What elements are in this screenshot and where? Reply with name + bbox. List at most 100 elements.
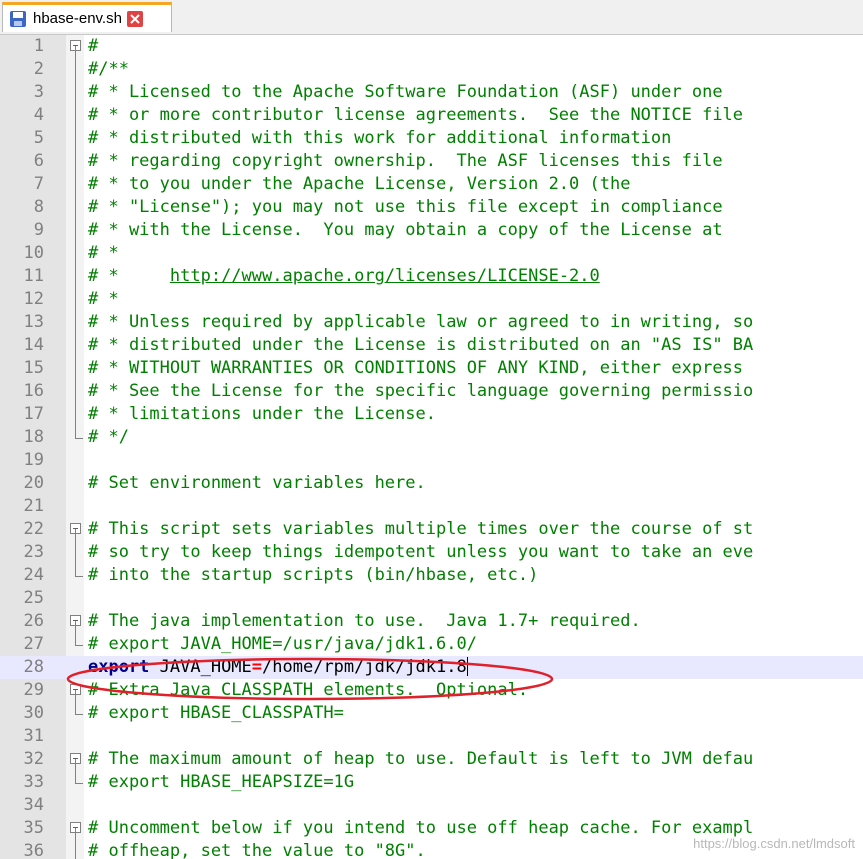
fold-guide — [75, 196, 76, 219]
code-text: # offheap, set the value to "8G". — [88, 840, 426, 859]
code-line[interactable]: 27 # export JAVA_HOME=/usr/java/jdk1.6.0/ — [0, 633, 863, 656]
close-tab-icon[interactable] — [126, 10, 143, 27]
line-number: 15 — [23, 358, 44, 378]
code-editor[interactable]: 1 #2 #/** 3 # * Licensed to the Apache Softw… — [0, 35, 863, 859]
line-number: 16 — [23, 381, 44, 401]
code-line[interactable]: 17 # * limitations under the License. — [0, 403, 863, 426]
code-text: # Extra Java CLASSPATH elements. Optiona… — [88, 679, 528, 702]
comment-text: # Uncomment below if you intend to use o… — [88, 818, 754, 838]
line-number: 2 — [33, 59, 44, 79]
comment-text: # into the startup scripts (bin/hbase, e… — [88, 565, 539, 585]
comment-text: # * limitations under the License. — [88, 404, 436, 424]
comment-text: # This script sets variables multiple ti… — [88, 519, 754, 539]
comment-text: # * — [88, 289, 119, 309]
fold-guide — [75, 288, 76, 311]
code-text: # * — [88, 288, 119, 311]
code-text: # * limitations under the License. — [88, 403, 436, 426]
comment-text: # * Licensed to the Apache Software Foun… — [88, 82, 723, 102]
line-number: 8 — [33, 197, 44, 217]
comment-text: # * distributed under the License is dis… — [88, 335, 754, 355]
license-link[interactable]: http://www.apache.org/licenses/LICENSE-2… — [170, 266, 600, 286]
code-text: # * Unless required by applicable law or… — [88, 311, 753, 334]
code-line[interactable]: 3 # * Licensed to the Apache Software Fou… — [0, 81, 863, 104]
code-line[interactable]: 22 # This script sets variables multiple … — [0, 518, 863, 541]
line-number: 18 — [23, 427, 44, 447]
code-text: export JAVA_HOME=/home/rpm/jdk/jdk1.8 — [88, 656, 468, 679]
code-line[interactable]: 23 # so try to keep things idempotent unl… — [0, 541, 863, 564]
code-line[interactable]: 12 # * — [0, 288, 863, 311]
fold-end-guide — [75, 771, 83, 784]
code-text: # Uncomment below if you intend to use o… — [88, 817, 753, 840]
code-line[interactable]: 5 # * distributed with this work for addi… — [0, 127, 863, 150]
comment-text: # so try to keep things idempotent unles… — [88, 542, 754, 562]
line-number: 5 — [33, 128, 44, 148]
line-number: 26 — [23, 611, 44, 631]
comment-text: # * — [88, 243, 119, 263]
code-line[interactable]: 7 # * to you under the Apache License, Ve… — [0, 173, 863, 196]
fold-guide — [75, 173, 76, 196]
assign-operator: = — [251, 657, 263, 677]
code-line[interactable]: 20 # Set environment variables here. — [0, 472, 863, 495]
code-line[interactable]: 13 # * Unless required by applicable law … — [0, 311, 863, 334]
fold-end-guide — [75, 702, 83, 715]
code-line[interactable]: 14 # * distributed under the License is d… — [0, 334, 863, 357]
fold-guide — [75, 690, 76, 702]
fold-guide — [75, 334, 76, 357]
fold-end-guide — [75, 633, 83, 646]
line-number: 27 — [23, 634, 44, 654]
line-number: 1 — [33, 36, 44, 56]
code-line[interactable]: 9 # * with the License. You may obtain a … — [0, 219, 863, 242]
code-line[interactable]: 4 # * or more contributor license agreeme… — [0, 104, 863, 127]
line-number: 30 — [23, 703, 44, 723]
watermark: https://blog.csdn.net/lmdsoft — [693, 836, 855, 851]
fold-guide — [75, 104, 76, 127]
code-line[interactable]: 19 — [0, 449, 863, 472]
line-number: 24 — [23, 565, 44, 585]
comment-text: # * to you under the Apache License, Ver… — [88, 174, 631, 194]
code-line[interactable]: 6 # * regarding copyright ownership. The … — [0, 150, 863, 173]
code-line[interactable]: 24 # into the startup scripts (bin/hbase,… — [0, 564, 863, 587]
code-line[interactable]: 25 — [0, 587, 863, 610]
code-text: # * "License"); you may not use this fil… — [88, 196, 723, 219]
code-line[interactable]: 11 # * http://www.apache.org/licenses/LIC… — [0, 265, 863, 288]
code-line-current[interactable]: 28 export JAVA_HOME=/home/rpm/jdk/jdk1.8 — [0, 656, 863, 679]
line-number: 4 — [33, 105, 44, 125]
code-text: # export HBASE_HEAPSIZE=1G — [88, 771, 354, 794]
code-text: # export HBASE_CLASSPATH= — [88, 702, 344, 725]
comment-text: # The maximum amount of heap to use. Def… — [88, 749, 754, 769]
line-number: 17 — [23, 404, 44, 424]
code-line[interactable]: 15 # * WITHOUT WARRANTIES OR CONDITIONS O… — [0, 357, 863, 380]
code-line[interactable]: 2 #/** — [0, 58, 863, 81]
comment-text: # * — [88, 266, 170, 286]
code-line[interactable]: 33 # export HBASE_HEAPSIZE=1G — [0, 771, 863, 794]
code-line[interactable]: 31 — [0, 725, 863, 748]
code-line[interactable]: 34 — [0, 794, 863, 817]
tab-hbase-env[interactable]: hbase-env.sh — [2, 2, 172, 32]
fold-guide — [75, 621, 76, 633]
text-caret — [466, 657, 468, 676]
code-line[interactable]: 32 # The maximum amount of heap to use. D… — [0, 748, 863, 771]
code-line[interactable]: 18 # */ — [0, 426, 863, 449]
line-number: 31 — [23, 726, 44, 746]
code-line[interactable]: 21 — [0, 495, 863, 518]
fold-guide — [75, 840, 76, 859]
line-number: 25 — [23, 588, 44, 608]
code-line[interactable]: 26 # The java implementation to use. Java… — [0, 610, 863, 633]
code-line[interactable]: 1 # — [0, 35, 863, 58]
line-number: 22 — [23, 519, 44, 539]
code-line[interactable]: 8 # * "License"); you may not use this fi… — [0, 196, 863, 219]
code-line[interactable]: 30 # export HBASE_CLASSPATH= — [0, 702, 863, 725]
comment-text: # * See the License for the specific lan… — [88, 381, 754, 401]
fold-guide — [75, 242, 76, 265]
line-number: 33 — [23, 772, 44, 792]
fold-guide — [75, 81, 76, 104]
line-number: 34 — [23, 795, 44, 815]
line-number: 32 — [23, 749, 44, 769]
line-number: 19 — [23, 450, 44, 470]
code-line[interactable]: 29 # Extra Java CLASSPATH elements. Optio… — [0, 679, 863, 702]
code-text: # * WITHOUT WARRANTIES OR CONDITIONS OF … — [88, 357, 743, 380]
comment-text: # — [88, 36, 99, 56]
code-line[interactable]: 10 # * — [0, 242, 863, 265]
fold-guide — [75, 403, 76, 426]
code-line[interactable]: 16 # * See the License for the specific l… — [0, 380, 863, 403]
